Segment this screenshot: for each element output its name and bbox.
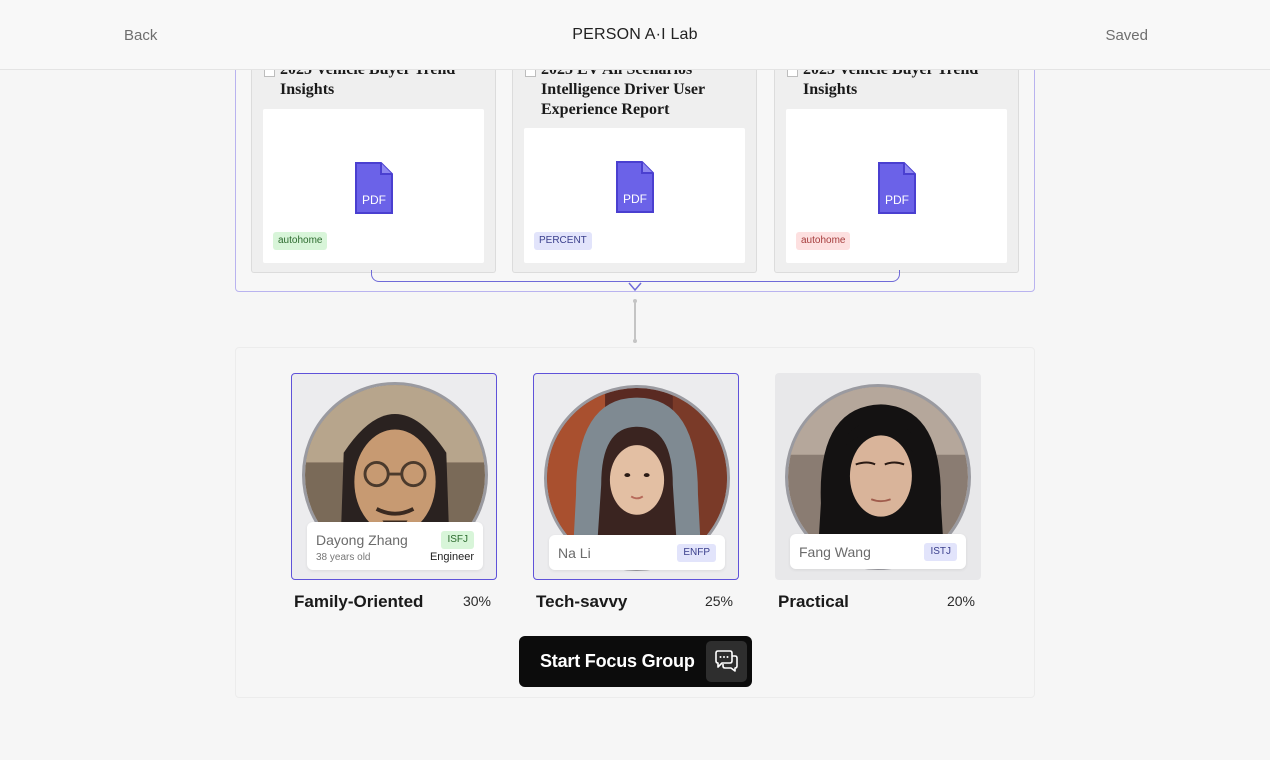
report-card[interactable]: 2025 Vehicle Buyer Trend Insights PDF au… (774, 41, 1019, 273)
merge-bracket (371, 270, 900, 282)
start-focus-group-label: Start Focus Group (540, 651, 695, 671)
persona-name: Na Li (558, 545, 591, 561)
segment-share: 25% (704, 593, 733, 609)
report-card[interactable]: 2025 Vehicle Buyer Trend Insights PDF au… (251, 41, 496, 273)
mbti-badge: ISFJ (441, 531, 474, 549)
pdf-label: PDF (623, 192, 647, 206)
merge-arrow-icon (628, 282, 642, 292)
report-preview[interactable]: PDF autohome (263, 109, 484, 263)
source-tag: autohome (273, 232, 328, 250)
mbti-badge: ISTJ (924, 543, 957, 561)
source-tag: autohome (796, 232, 851, 250)
pdf-label: PDF (362, 193, 386, 207)
chat-bubbles-icon (715, 650, 738, 672)
persona-card[interactable]: Dayong Zhang ISFJ 38 years old Engineer (291, 373, 497, 580)
chat-icon-box (706, 641, 747, 682)
persona-info: Dayong Zhang ISFJ 38 years old Engineer (307, 522, 483, 570)
source-tag: PERCENT (534, 232, 592, 250)
report-card[interactable]: 2025 EV All Scenarios Intelligence Drive… (512, 41, 757, 273)
persona-age: 38 years old (316, 552, 371, 563)
segment-share: 30% (462, 593, 491, 609)
top-bar: Back PERSON A·I Lab Saved (0, 0, 1270, 70)
persona-card[interactable]: Na Li ENFP (533, 373, 739, 580)
persona-info: Na Li ENFP (549, 535, 725, 570)
flow-connector (633, 299, 637, 343)
pdf-file-icon: PDF (877, 162, 916, 214)
report-preview[interactable]: PDF PERCENT (524, 128, 745, 263)
start-focus-group-button[interactable]: Start Focus Group (519, 636, 752, 687)
pdf-file-icon: PDF (354, 162, 393, 214)
reports-group: 2025 Vehicle Buyer Trend Insights PDF au… (235, 40, 1035, 292)
persona-panel: Dayong Zhang ISFJ 38 years old Engineer … (235, 347, 1035, 698)
segment-share: 20% (946, 593, 975, 609)
persona-name: Dayong Zhang (316, 532, 408, 548)
persona-occupation: Engineer (429, 551, 474, 563)
persona-card[interactable]: Fang Wang ISTJ (775, 373, 981, 580)
pdf-label: PDF (885, 193, 909, 207)
persona-info: Fang Wang ISTJ (790, 534, 966, 569)
persona-name: Fang Wang (799, 544, 871, 560)
mbti-badge: ENFP (677, 544, 716, 562)
pdf-file-icon: PDF (615, 161, 654, 213)
segment-label: Tech-savvy (536, 592, 628, 611)
report-preview[interactable]: PDF autohome (786, 109, 1007, 263)
save-status: Saved (1105, 27, 1148, 44)
page-title: PERSON A·I Lab (572, 26, 698, 43)
segment-label: Family-Oriented (294, 592, 424, 611)
segment-label: Practical (778, 592, 849, 611)
